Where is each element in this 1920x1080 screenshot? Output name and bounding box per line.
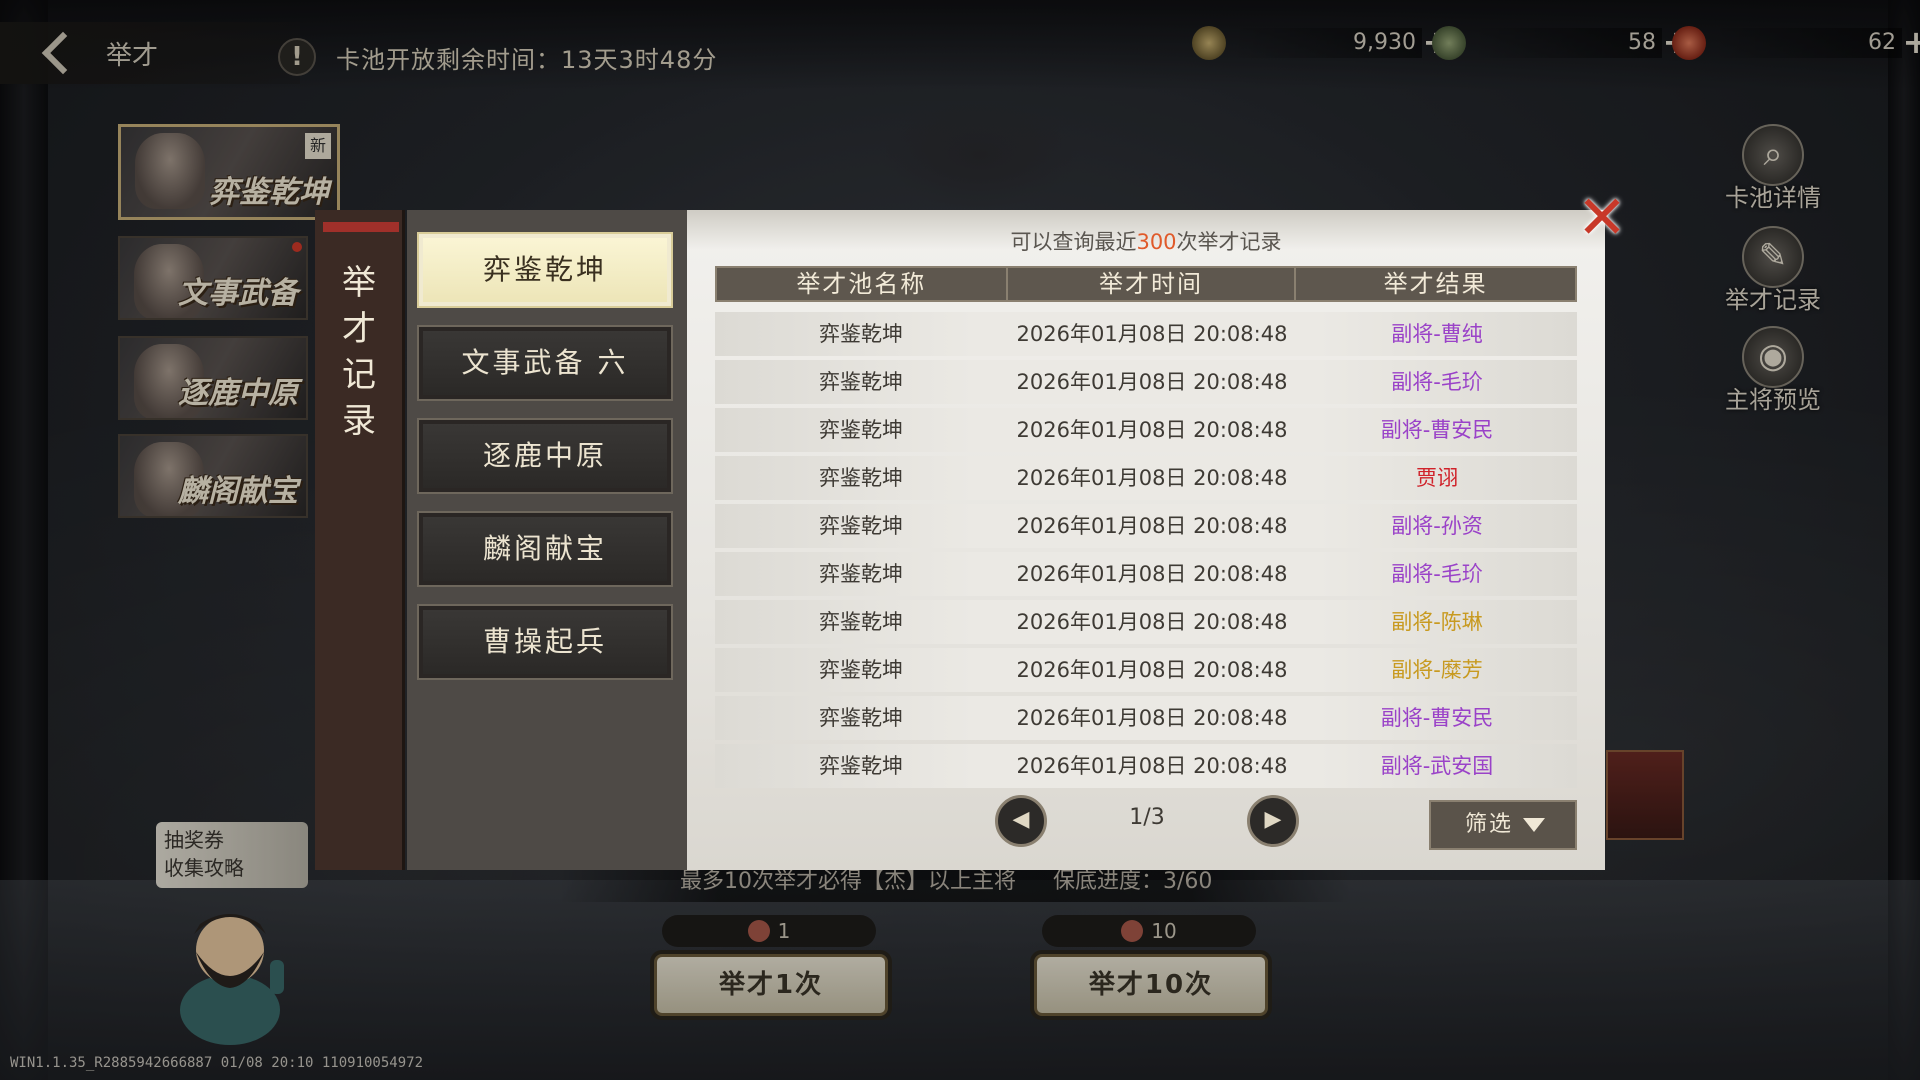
side-tab-accent xyxy=(323,222,399,232)
funnel-icon xyxy=(1523,818,1546,832)
cell-pool: 弈鉴乾坤 xyxy=(819,466,903,490)
pool-menu: 弈鉴乾坤 文事武备 六 逐鹿中原 麟阁献宝 曹操起兵 xyxy=(407,210,687,870)
hint-prefix: 可以查询最近 xyxy=(1010,230,1137,254)
record-content: 可以查询最近300次举才记录 举才池名称 举才时间 举才结果 弈鉴乾坤 2026年… xyxy=(687,210,1605,870)
column-header-pool: 举才池名称 xyxy=(717,268,1008,300)
pool-tab-zhulu-zhongyuan[interactable]: 逐鹿中原 xyxy=(417,418,673,494)
table-row: 弈鉴乾坤 2026年01月08日 20:08:48 副将-孙资 xyxy=(715,504,1577,548)
table-row: 弈鉴乾坤 2026年01月08日 20:08:48 副将-毛玠 xyxy=(715,552,1577,596)
cell-result: 副将-陈琳 xyxy=(1391,610,1483,634)
cell-pool: 弈鉴乾坤 xyxy=(819,370,903,394)
cell-time: 2026年01月08日 20:08:48 xyxy=(1016,322,1288,346)
cell-time: 2026年01月08日 20:08:48 xyxy=(1016,562,1288,586)
cell-result: 副将-曹纯 xyxy=(1391,322,1483,346)
cell-time: 2026年01月08日 20:08:48 xyxy=(1016,658,1288,682)
cell-result: 副将-毛玠 xyxy=(1391,562,1483,586)
table-row: 弈鉴乾坤 2026年01月08日 20:08:48 副将-糜芳 xyxy=(715,648,1577,692)
cell-pool: 弈鉴乾坤 xyxy=(819,322,903,346)
table-row: 弈鉴乾坤 2026年01月08日 20:08:48 副将-曹安民 xyxy=(715,408,1577,452)
pool-tab-caocao-qibing[interactable]: 曹操起兵 xyxy=(417,604,673,680)
cell-pool: 弈鉴乾坤 xyxy=(819,658,903,682)
table-row: 弈鉴乾坤 2026年01月08日 20:08:48 副将-毛玠 xyxy=(715,360,1577,404)
pool-tab-yijian-qiankun[interactable]: 弈鉴乾坤 xyxy=(417,232,673,308)
column-header-result: 举才结果 xyxy=(1383,270,1488,298)
cell-result: 副将-糜芳 xyxy=(1391,658,1483,682)
table-row: 弈鉴乾坤 2026年01月08日 20:08:48 副将-陈琳 xyxy=(715,600,1577,644)
next-page-button[interactable]: ▶ xyxy=(1247,795,1299,847)
cell-pool: 弈鉴乾坤 xyxy=(819,610,903,634)
cell-result: 副将-曹安民 xyxy=(1380,418,1494,442)
cell-pool: 弈鉴乾坤 xyxy=(819,562,903,586)
cell-result: 副将-毛玠 xyxy=(1391,370,1483,394)
table-row: 弈鉴乾坤 2026年01月08日 20:08:48 副将-曹纯 xyxy=(715,312,1577,356)
page-indicator: 1/3 xyxy=(1129,805,1165,830)
cell-pool: 弈鉴乾坤 xyxy=(819,754,903,778)
column-header-time: 举才时间 xyxy=(1008,268,1297,300)
table-header: 举才池名称 举才时间 举才结果 xyxy=(715,266,1577,302)
cell-result: 副将-武安国 xyxy=(1380,754,1494,778)
filter-label: 筛选 xyxy=(1465,812,1514,837)
recruit-record-modal: 举 才 记 录 弈鉴乾坤 文事武备 六 逐鹿中原 麟阁献宝 曹操起兵 可以查询最… xyxy=(315,210,1605,870)
cell-result: 副将-曹安民 xyxy=(1380,706,1494,730)
table-body: 弈鉴乾坤 2026年01月08日 20:08:48 副将-曹纯 弈鉴乾坤 2026年01… xyxy=(715,312,1577,792)
hint-suffix: 次举才记录 xyxy=(1176,230,1282,254)
cell-time: 2026年01月08日 20:08:48 xyxy=(1016,418,1288,442)
modal-title-char: 举 xyxy=(342,263,376,303)
pool-tab-wenshi-wubei[interactable]: 文事武备 六 xyxy=(417,325,673,401)
modal-title-char: 录 xyxy=(342,401,376,441)
cell-result: 副将-孙资 xyxy=(1391,514,1483,538)
cell-time: 2026年01月08日 20:08:48 xyxy=(1016,610,1288,634)
cell-pool: 弈鉴乾坤 xyxy=(819,418,903,442)
table-row: 弈鉴乾坤 2026年01月08日 20:08:48 副将-曹安民 xyxy=(715,696,1577,740)
modal-title-char: 才 xyxy=(342,309,376,349)
close-icon[interactable]: ✕ xyxy=(1574,188,1630,248)
hint-count: 300 xyxy=(1136,230,1177,254)
cell-time: 2026年01月08日 20:08:48 xyxy=(1016,466,1288,490)
cell-time: 2026年01月08日 20:08:48 xyxy=(1016,706,1288,730)
modal-title: 举 才 记 录 xyxy=(339,260,379,444)
prev-page-button[interactable]: ◀ xyxy=(995,795,1047,847)
cell-time: 2026年01月08日 20:08:48 xyxy=(1016,514,1288,538)
cell-time: 2026年01月08日 20:08:48 xyxy=(1016,754,1288,778)
cell-time: 2026年01月08日 20:08:48 xyxy=(1016,370,1288,394)
filter-button[interactable]: 筛选 xyxy=(1429,800,1577,850)
record-hint: 可以查询最近300次举才记录 xyxy=(687,226,1605,256)
cell-pool: 弈鉴乾坤 xyxy=(819,514,903,538)
cell-result: 贾诩 xyxy=(1416,466,1458,490)
table-row: 弈鉴乾坤 2026年01月08日 20:08:48 贾诩 xyxy=(715,456,1577,500)
modal-side-tab: 举 才 记 录 xyxy=(315,210,405,870)
table-row: 弈鉴乾坤 2026年01月08日 20:08:48 副将-武安国 xyxy=(715,744,1577,788)
pool-tab-linge-xianbao[interactable]: 麟阁献宝 xyxy=(417,511,673,587)
modal-title-char: 记 xyxy=(342,355,376,395)
cell-pool: 弈鉴乾坤 xyxy=(819,706,903,730)
